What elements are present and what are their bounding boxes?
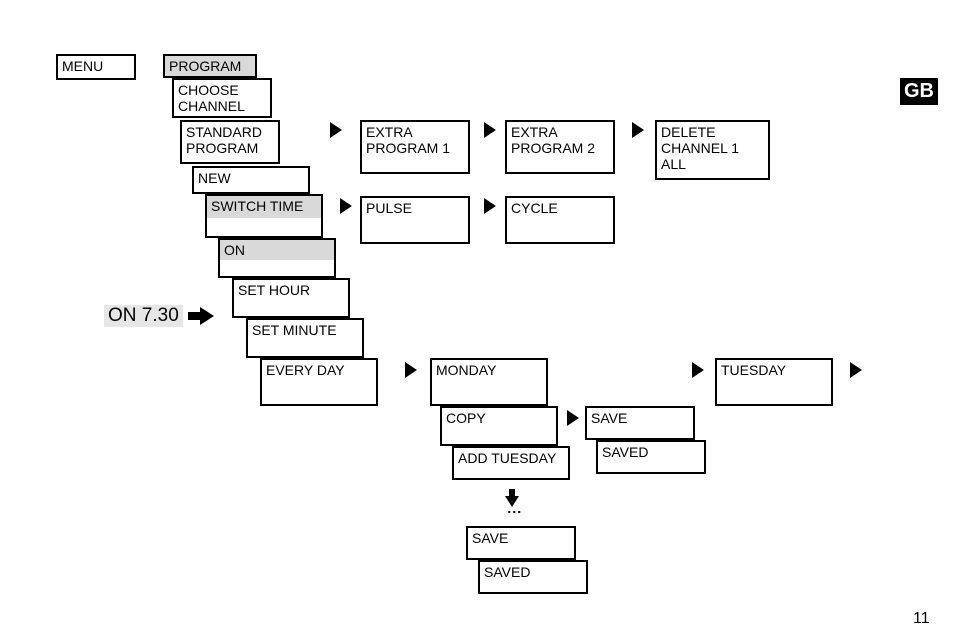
- add-tuesday-box: ADD TUESDAY: [452, 446, 570, 480]
- extra-program-2-label: EXTRA PROGRAM 2: [511, 124, 595, 156]
- every-day-box: EVERY DAY: [260, 358, 378, 406]
- arrow-icon: [567, 410, 579, 426]
- language-badge: GB: [900, 78, 938, 105]
- save-box-2: SAVE: [466, 526, 576, 560]
- copy-box: COPY: [440, 406, 558, 446]
- page-number: 11: [913, 610, 930, 628]
- arrow-icon: [692, 362, 704, 378]
- program-box: PROGRAM: [163, 54, 257, 78]
- cycle-box: CYCLE: [505, 196, 615, 244]
- arrow-icon: [330, 122, 342, 138]
- choose-channel-label: CHOOSE CHANNEL: [178, 82, 245, 114]
- on-time-label: ON 7.30: [104, 305, 183, 327]
- arrow-icon: [484, 122, 496, 138]
- arrow-icon: [340, 198, 352, 214]
- standard-program-box: STANDARD PROGRAM: [180, 120, 280, 164]
- saved-box: SAVED: [596, 440, 706, 474]
- arrow-icon: [850, 362, 862, 378]
- saved-box-2: SAVED: [478, 560, 588, 594]
- arrow-icon: [405, 362, 417, 378]
- arrow-icon: [200, 307, 214, 325]
- dots-icon: ⋮: [507, 505, 523, 521]
- delete-channel-box: DELETE CHANNEL 1 ALL: [655, 120, 770, 180]
- switch-time-box: SWITCH TIME: [205, 194, 323, 218]
- save-box: SAVE: [585, 406, 695, 440]
- arrow-icon: [632, 122, 644, 138]
- tuesday-box: TUESDAY: [715, 358, 833, 406]
- set-minute-label: SET MINUTE: [252, 322, 337, 338]
- set-hour-label: SET HOUR: [238, 282, 310, 298]
- standard-program-label: STANDARD PROGRAM: [186, 124, 262, 156]
- on-box: ON: [218, 238, 336, 260]
- extra-program-1-label: EXTRA PROGRAM 1: [366, 124, 450, 156]
- set-hour-box: SET HOUR: [232, 278, 350, 318]
- monday-box: MONDAY: [430, 358, 548, 406]
- delete-channel-label: DELETE CHANNEL 1 ALL: [661, 124, 739, 172]
- arrow-icon: [484, 198, 496, 214]
- menu-box: MENU: [56, 54, 136, 80]
- set-minute-box: SET MINUTE: [246, 318, 364, 358]
- extra-program-2-box: EXTRA PROGRAM 2: [505, 120, 615, 174]
- extra-program-1-box: EXTRA PROGRAM 1: [360, 120, 470, 174]
- pulse-box: PULSE: [360, 196, 470, 244]
- new-box: NEW: [192, 166, 310, 194]
- choose-channel-box: CHOOSE CHANNEL: [172, 78, 272, 118]
